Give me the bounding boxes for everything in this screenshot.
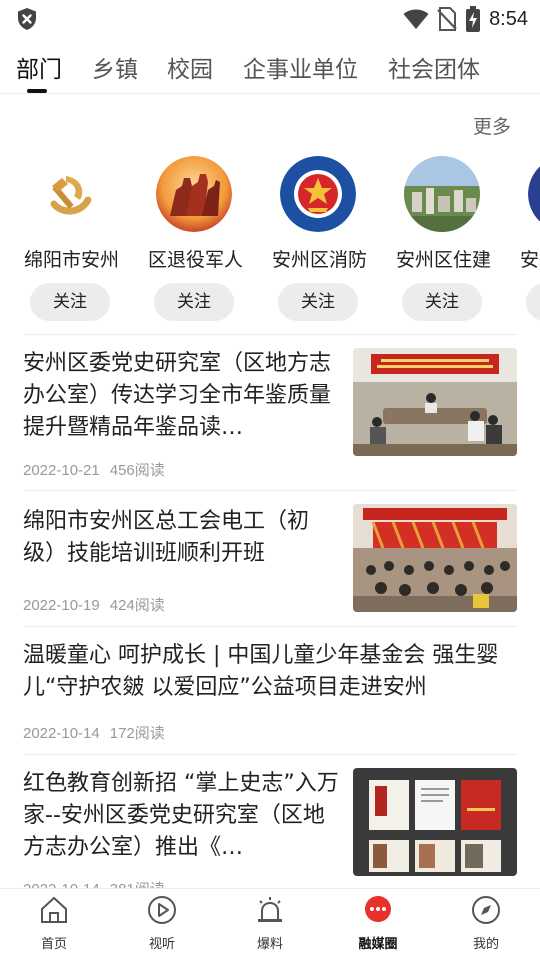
news-item[interactable]: 安州区委党史研究室（区地方志办公室）传达学习全市年鉴质量提升暨精品年鉴品读… 2…	[0, 334, 540, 484]
nav-label: 我的	[472, 937, 499, 952]
account-name: 安州区住建	[396, 249, 492, 271]
nav-label: 融媒圈	[358, 937, 398, 952]
nav-video[interactable]: 视听	[122, 895, 202, 957]
news-date: 2022-10-14	[23, 725, 100, 742]
shield-icon	[18, 8, 36, 30]
account-name: 安州	[520, 249, 540, 271]
news-item[interactable]: 红色教育创新招 “掌上史志”入万家--安州区委党史研究室（区地方志办公室）推出《…	[0, 754, 540, 898]
tab-active-indicator	[27, 89, 47, 93]
party-emblem-avatar[interactable]	[32, 156, 108, 232]
battery-charging-icon	[466, 6, 481, 32]
fire-rescue-avatar[interactable]	[280, 156, 356, 232]
account-card[interactable]: 安州 关注	[520, 150, 540, 330]
bottom-navigation: 首页 视听 爆料 融媒圈 我的	[0, 888, 540, 960]
nav-home[interactable]: 首页	[14, 895, 94, 957]
tab-social-groups[interactable]: 社会团体	[388, 50, 480, 84]
news-title[interactable]: 红色教育创新招 “掌上史志”入万家--安州区委党史研究室（区地方志办公室）推出《…	[23, 768, 341, 864]
wifi-icon	[403, 9, 429, 29]
account-card[interactable]: 区退役军人 关注	[148, 150, 268, 330]
tab-campus[interactable]: 校园	[167, 50, 213, 84]
news-item[interactable]: 温暖童心 呵护成长 | 中国儿童少年基金会 强生婴儿“守护农皴 以爱回应”公益项…	[0, 626, 540, 754]
booklet-pages-photo[interactable]	[353, 768, 517, 876]
news-meta: 2022-10-19 424阅读	[23, 594, 175, 615]
meeting-room-photo[interactable]	[353, 348, 517, 456]
status-bar: 8:54	[0, 0, 540, 38]
tab-departments[interactable]: 部门	[16, 50, 62, 84]
nav-report[interactable]: 爆料	[230, 895, 310, 957]
category-tabs: 部门 乡镇 校园 企事业单位 社会团体	[0, 44, 540, 94]
news-date: 2022-10-21	[23, 462, 100, 479]
news-reads: 172阅读	[109, 725, 165, 742]
news-meta: 2022-10-21 456阅读	[23, 459, 175, 480]
no-sim-icon	[437, 7, 457, 31]
follow-button[interactable]: 关注	[526, 283, 540, 321]
follow-button[interactable]: 关注	[30, 283, 110, 321]
account-card[interactable]: 安州区消防 关注	[272, 150, 392, 330]
tab-towns[interactable]: 乡镇	[92, 50, 138, 84]
news-title[interactable]: 温暖童心 呵护成长 | 中国儿童少年基金会 强生婴儿“守护农皴 以爱回应”公益项…	[23, 640, 517, 704]
news-item[interactable]: 绵阳市安州区总工会电工（初级）技能培训班顺利开班 2022-10-19 424阅读	[0, 490, 540, 620]
home-icon	[41, 896, 67, 923]
training-hall-photo[interactable]	[353, 504, 517, 612]
nav-media-circle[interactable]: 融媒圈	[338, 895, 418, 957]
accounts-carousel[interactable]: 绵阳市安州 关注 区退役军人 关注 安州区消防 关注 安州区住建 关注 安	[0, 150, 540, 332]
tab-enterprises[interactable]: 企事业单位	[243, 50, 358, 84]
nav-label: 爆料	[256, 937, 283, 952]
news-reads: 424阅读	[109, 597, 165, 614]
veterans-avatar[interactable]	[156, 156, 232, 232]
account-name: 安州区消防	[272, 249, 368, 271]
chat-bubble-icon	[365, 896, 391, 922]
news-meta: 2022-10-14 172阅读	[23, 722, 175, 743]
news-reads: 456阅读	[109, 462, 165, 479]
account-card[interactable]: 安州区住建 关注	[396, 150, 516, 330]
play-icon	[148, 896, 176, 924]
follow-button[interactable]: 关注	[402, 283, 482, 321]
follow-button[interactable]: 关注	[278, 283, 358, 321]
follow-button[interactable]: 关注	[154, 283, 234, 321]
nav-profile[interactable]: 我的	[446, 895, 526, 957]
nav-label: 首页	[40, 937, 67, 952]
news-title[interactable]: 安州区委党史研究室（区地方志办公室）传达学习全市年鉴质量提升暨精品年鉴品读…	[23, 348, 341, 444]
compass-icon	[472, 896, 500, 924]
account-card[interactable]: 绵阳市安州 关注	[24, 150, 144, 330]
city-aerial-avatar[interactable]	[404, 156, 480, 232]
account-name: 区退役军人	[148, 249, 244, 271]
account-name: 绵阳市安州	[24, 249, 120, 271]
clock-time: 8:54	[489, 7, 528, 30]
alarm-icon	[258, 897, 282, 922]
news-title[interactable]: 绵阳市安州区总工会电工（初级）技能培训班顺利开班	[23, 506, 341, 570]
nav-label: 视听	[148, 937, 175, 952]
more-link[interactable]: 更多	[473, 112, 511, 139]
partial-avatar[interactable]	[528, 156, 540, 232]
news-date: 2022-10-19	[23, 597, 100, 614]
